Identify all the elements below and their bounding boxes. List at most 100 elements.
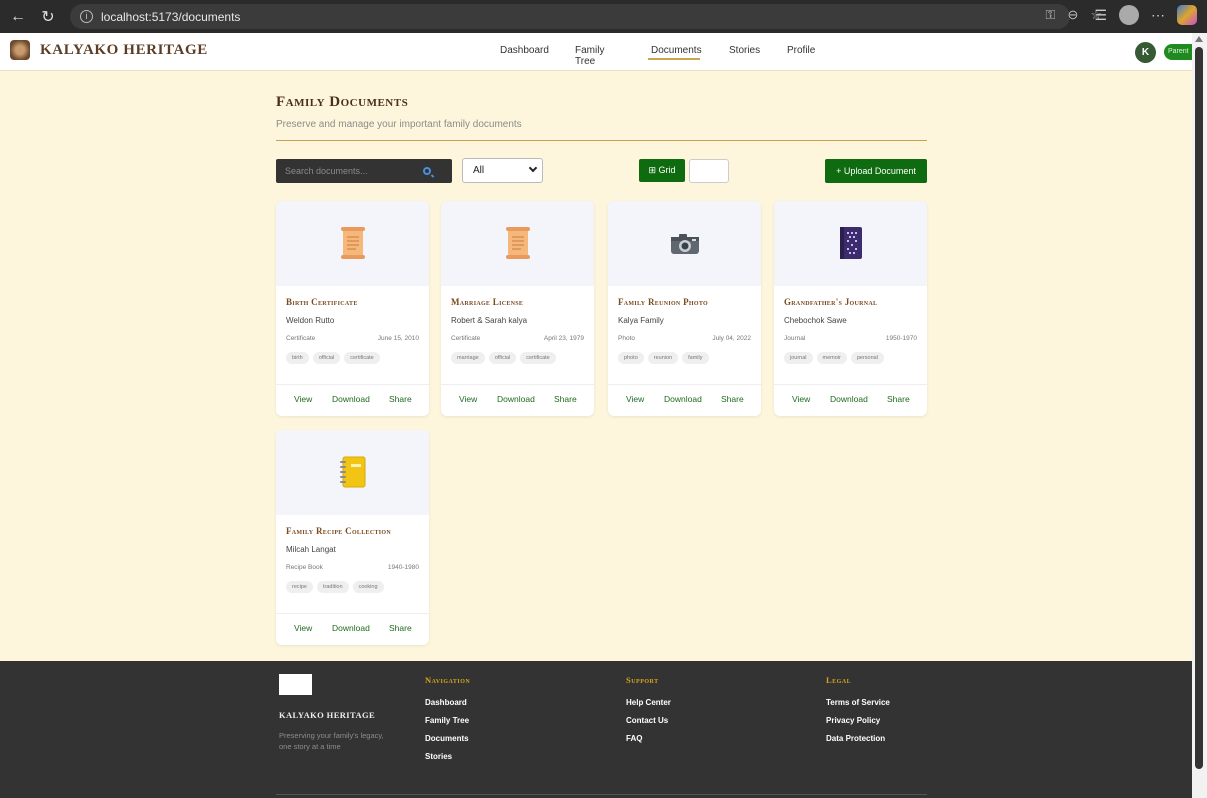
footer-link-data-protection[interactable]: Data Protection: [826, 734, 890, 744]
list-view-button[interactable]: [689, 159, 729, 183]
document-thumbnail[interactable]: [774, 201, 927, 286]
document-thumbnail[interactable]: [608, 201, 761, 286]
nav-stories[interactable]: Stories: [729, 45, 760, 56]
info-icon[interactable]: i: [80, 10, 93, 23]
scroll-up-icon[interactable]: [1195, 36, 1203, 42]
tag[interactable]: memoir: [816, 352, 847, 364]
footer-link-dashboard[interactable]: Dashboard: [425, 698, 470, 708]
footer-link-terms[interactable]: Terms of Service: [826, 698, 890, 708]
download-button[interactable]: Download: [332, 623, 370, 633]
tag[interactable]: family: [682, 352, 709, 364]
download-button[interactable]: Download: [664, 394, 702, 404]
notebook-icon: [836, 226, 866, 260]
download-button[interactable]: Download: [332, 394, 370, 404]
document-type: Recipe Book: [286, 564, 323, 571]
tag[interactable]: journal: [784, 352, 813, 364]
nav-documents[interactable]: Documents: [651, 45, 702, 56]
tag[interactable]: official: [312, 352, 341, 364]
search-input[interactable]: [276, 159, 421, 183]
download-button[interactable]: Download: [830, 394, 868, 404]
footer-link-family-tree[interactable]: Family Tree: [425, 716, 470, 726]
scroll-thumb[interactable]: [1195, 47, 1203, 769]
reload-icon[interactable]: ↻: [36, 7, 60, 27]
view-button[interactable]: View: [459, 394, 477, 404]
document-title: Birth Certificate: [286, 297, 358, 307]
nav-dashboard[interactable]: Dashboard: [500, 45, 549, 56]
share-button[interactable]: Share: [721, 394, 744, 404]
view-button[interactable]: View: [294, 623, 312, 633]
document-thumbnail[interactable]: [276, 430, 429, 515]
document-thumbnail[interactable]: [276, 201, 429, 286]
address-bar[interactable]: i localhost:5173/documents: [70, 4, 1070, 29]
download-button[interactable]: Download: [497, 394, 535, 404]
app-header: KALYAKO HERITAGE Dashboard Family Tree D…: [0, 33, 1204, 71]
upload-document-button[interactable]: + Upload Document: [825, 159, 927, 183]
ledger-icon: [338, 455, 368, 489]
document-card[interactable]: Family Reunion Photo Kalya Family Photo …: [608, 201, 761, 416]
document-type: Journal: [784, 335, 806, 342]
footer-logo: [279, 674, 312, 695]
tag[interactable]: personal: [850, 352, 884, 364]
more-icon[interactable]: ⋯: [1151, 7, 1165, 24]
tag[interactable]: recipe: [286, 581, 313, 593]
share-button[interactable]: Share: [389, 623, 412, 633]
nav-profile[interactable]: Profile: [787, 45, 815, 56]
document-card[interactable]: Marriage License Robert & Sarah kalya Ce…: [441, 201, 594, 416]
document-card[interactable]: Birth Certificate Weldon Rutto Certifica…: [276, 201, 429, 416]
footer-link-help-center[interactable]: Help Center: [626, 698, 671, 708]
tag[interactable]: birth: [286, 352, 309, 364]
view-button[interactable]: View: [792, 394, 810, 404]
zoom-icon[interactable]: ⊖: [1067, 7, 1078, 23]
avatar[interactable]: K: [1135, 42, 1156, 63]
tag[interactable]: certificate: [520, 352, 556, 364]
card-divider: [608, 384, 761, 385]
page-scrollbar[interactable]: [1192, 33, 1207, 798]
share-button[interactable]: Share: [887, 394, 910, 404]
copilot-icon[interactable]: [1177, 5, 1197, 25]
document-thumbnail[interactable]: [441, 201, 594, 286]
document-type: Certificate: [286, 335, 316, 342]
share-button[interactable]: Share: [389, 394, 412, 404]
browser-profile-icon[interactable]: [1119, 5, 1139, 25]
key-icon[interactable]: ⚿: [1046, 7, 1056, 23]
search-icon[interactable]: [423, 167, 431, 175]
footer-brand: KALYAKO HERITAGE: [279, 710, 376, 720]
grid-view-button[interactable]: ⊞ Grid: [639, 159, 685, 182]
document-tags: journal memoir personal: [784, 352, 884, 364]
brand[interactable]: KALYAKO HERITAGE: [10, 40, 208, 60]
view-button[interactable]: View: [626, 394, 644, 404]
document-owner: Robert & Sarah kalya: [451, 316, 528, 325]
tag[interactable]: official: [488, 352, 517, 364]
tag[interactable]: marriage: [451, 352, 485, 364]
brand-name: KALYAKO HERITAGE: [40, 41, 208, 58]
footer-link-faq[interactable]: FAQ: [626, 734, 671, 744]
tag[interactable]: photo: [618, 352, 644, 364]
footer: KALYAKO HERITAGE Preserving your family'…: [0, 661, 1192, 798]
document-title: Grandfather's Journal: [784, 297, 878, 307]
card-divider: [774, 384, 927, 385]
footer-divider: [276, 794, 927, 795]
footer-link-documents[interactable]: Documents: [425, 734, 470, 744]
document-tags: recipe tradition cooking: [286, 581, 384, 593]
tag[interactable]: certificate: [344, 352, 380, 364]
document-card[interactable]: Family Recipe Collection Milcah Langat R…: [276, 430, 429, 645]
brand-logo-icon: [10, 40, 30, 60]
footer-link-contact-us[interactable]: Contact Us: [626, 716, 671, 726]
view-button[interactable]: View: [294, 394, 312, 404]
arrow-left-icon[interactable]: ←: [6, 8, 30, 26]
footer-support: Support Help Center Contact Us FAQ: [626, 675, 671, 752]
tag[interactable]: tradition: [316, 581, 349, 593]
tag[interactable]: reunion: [647, 352, 679, 364]
footer-link-stories[interactable]: Stories: [425, 752, 470, 762]
browser-actions: ☰ ⋯: [1094, 5, 1197, 25]
camera-icon: [670, 226, 700, 260]
footer-link-privacy[interactable]: Privacy Policy: [826, 716, 890, 726]
tag[interactable]: cooking: [352, 581, 384, 593]
nav-family-tree[interactable]: Family Tree: [575, 45, 604, 67]
document-card[interactable]: Grandfather's Journal Chebochok Sawe Jou…: [774, 201, 927, 416]
page-title: Family Documents: [276, 94, 409, 110]
favorites-icon[interactable]: ☰: [1094, 7, 1107, 24]
share-button[interactable]: Share: [554, 394, 577, 404]
card-divider: [276, 613, 429, 614]
card-divider: [441, 384, 594, 385]
